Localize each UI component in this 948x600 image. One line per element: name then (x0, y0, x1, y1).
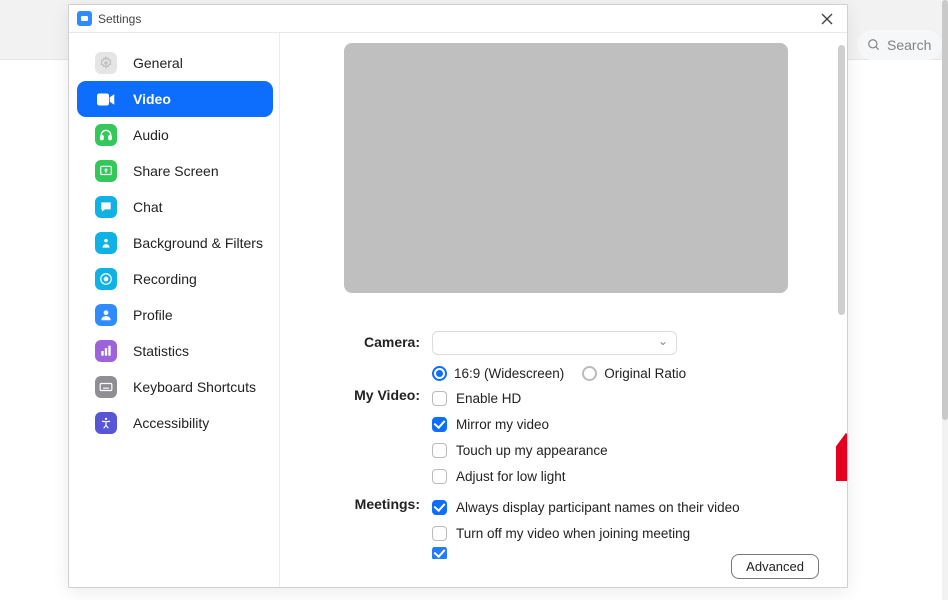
sidebar-item-share-screen[interactable]: Share Screen (77, 153, 273, 189)
sidebar-item-label: Video (133, 91, 171, 107)
lowlight-label: Adjust for low light (456, 469, 566, 484)
turn-off-checkbox[interactable] (432, 526, 447, 541)
sidebar-item-audio[interactable]: Audio (77, 117, 273, 153)
sidebar-item-general[interactable]: General (77, 45, 273, 81)
chat-icon (95, 196, 117, 218)
sidebar-item-accessibility[interactable]: Accessibility (77, 405, 273, 441)
mirror-checkbox[interactable] (432, 417, 447, 432)
search-placeholder: Search (887, 37, 931, 53)
lowlight-checkbox[interactable] (432, 469, 447, 484)
sidebar-item-label: Audio (133, 127, 169, 143)
camera-select[interactable] (432, 331, 677, 355)
sidebar-item-keyboard-shortcuts[interactable]: Keyboard Shortcuts (77, 369, 273, 405)
aspect-wide-label: 16:9 (Widescreen) (454, 366, 564, 381)
video-preview (344, 43, 788, 293)
sidebar-item-recording[interactable]: Recording (77, 261, 273, 297)
window-titlebar: Settings (69, 5, 847, 33)
settings-sidebar: General Video Audio Share Screen (69, 33, 280, 587)
content-scrollbar-thumb[interactable] (838, 45, 845, 315)
content-scrollbar[interactable] (838, 45, 845, 543)
close-icon (821, 13, 833, 25)
page-scrollbar-thumb[interactable] (942, 0, 948, 420)
always-names-checkbox[interactable] (432, 500, 447, 515)
background-filters-icon (95, 232, 117, 254)
advanced-button-label: Advanced (746, 559, 804, 574)
aspect-original-label: Original Ratio (604, 366, 686, 381)
window-title: Settings (98, 12, 141, 26)
sidebar-item-label: Share Screen (133, 163, 219, 179)
touchup-checkbox[interactable] (432, 443, 447, 458)
sidebar-item-profile[interactable]: Profile (77, 297, 273, 333)
touchup-label: Touch up my appearance (456, 443, 608, 458)
sidebar-item-label: Background & Filters (133, 235, 263, 251)
accessibility-icon (95, 412, 117, 434)
turn-off-label: Turn off my video when joining meeting (456, 526, 690, 541)
camera-label: Camera: (312, 331, 432, 350)
settings-content: Camera: 16:9 (Widescreen) Original Ratio… (280, 33, 847, 587)
partial-checkbox[interactable] (432, 547, 447, 559)
sidebar-item-label: Profile (133, 307, 173, 323)
keyboard-icon (95, 376, 117, 398)
search-icon (867, 38, 881, 52)
aspect-wide-radio[interactable] (432, 366, 447, 381)
sidebar-item-background-filters[interactable]: Background & Filters (77, 225, 273, 261)
sidebar-item-label: General (133, 55, 183, 71)
page-scrollbar[interactable] (942, 0, 948, 600)
sidebar-item-label: Accessibility (133, 415, 209, 431)
search-input[interactable]: Search (857, 30, 942, 60)
sidebar-item-label: Recording (133, 271, 197, 287)
enable-hd-checkbox[interactable] (432, 391, 447, 406)
mirror-label: Mirror my video (456, 417, 549, 432)
meetings-label: Meetings: (312, 493, 432, 512)
sidebar-item-chat[interactable]: Chat (77, 189, 273, 225)
enable-hd-label: Enable HD (456, 391, 521, 406)
close-button[interactable] (813, 5, 841, 33)
video-icon (95, 88, 117, 110)
headset-icon (95, 124, 117, 146)
record-icon (95, 268, 117, 290)
share-screen-icon (95, 160, 117, 182)
sidebar-item-video[interactable]: Video (77, 81, 273, 117)
myvideo-label: My Video: (312, 384, 432, 403)
zoom-logo-icon (77, 11, 92, 26)
statistics-icon (95, 340, 117, 362)
always-names-label: Always display participant names on thei… (456, 500, 740, 515)
sidebar-item-label: Keyboard Shortcuts (133, 379, 256, 395)
settings-window: Settings General Video (68, 4, 848, 588)
sidebar-item-label: Chat (133, 199, 163, 215)
profile-icon (95, 304, 117, 326)
sidebar-item-label: Statistics (133, 343, 189, 359)
gear-icon (95, 52, 117, 74)
advanced-button[interactable]: Advanced (731, 554, 819, 579)
aspect-original-radio[interactable] (582, 366, 597, 381)
sidebar-item-statistics[interactable]: Statistics (77, 333, 273, 369)
